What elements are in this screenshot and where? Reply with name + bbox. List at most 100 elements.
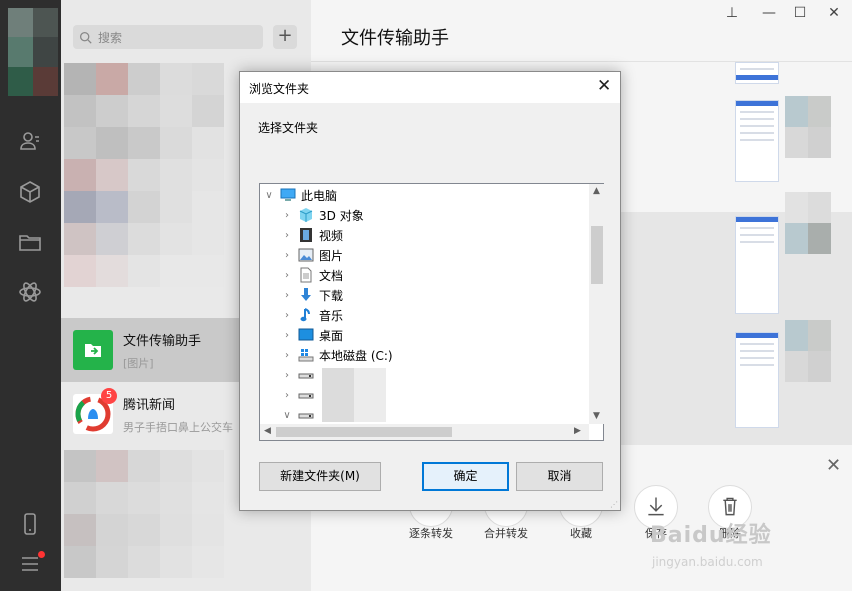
collapse-chevron-icon[interactable]: ∨: [262, 190, 276, 201]
file-transfer-icon: [85, 344, 101, 357]
scroll-down-arrow-icon[interactable]: ▼: [593, 411, 600, 421]
expand-chevron-icon[interactable]: ›: [280, 390, 294, 401]
folder-tree[interactable]: ∨ 此电脑 › 3D 对象 › 视频 › 图片 › 文档 › 下载 › 音乐 ›…: [259, 183, 605, 441]
chat-name: 腾讯新闻: [123, 397, 176, 413]
phone-icon[interactable]: [18, 512, 42, 536]
horizontal-scrollbar[interactable]: ◀ ▶: [260, 424, 589, 440]
tree-item-label: 文档: [319, 268, 344, 283]
add-chat-button[interactable]: +: [273, 25, 297, 49]
expand-chevron-icon[interactable]: ›: [280, 210, 294, 221]
tree-item-label: 音乐: [319, 308, 344, 323]
image-message[interactable]: [735, 100, 779, 182]
baidu-watermark: Baidu经验: [650, 523, 772, 548]
nav-sidebar: [0, 0, 61, 591]
folder-icon[interactable]: [18, 230, 42, 254]
tree-item-3d-objects[interactable]: › 3D 对象: [280, 205, 364, 225]
computer-icon: [280, 187, 296, 203]
tree-item-videos[interactable]: › 视频: [280, 225, 343, 245]
tree-item-local-disk-c[interactable]: › 本地磁盘 (C:): [280, 345, 393, 365]
download-icon: [298, 287, 314, 303]
expand-chevron-icon[interactable]: ›: [280, 290, 294, 301]
chat-title: 文件传输助手: [341, 28, 449, 49]
tree-item-label: 此电脑: [301, 188, 338, 203]
scroll-up-arrow-icon[interactable]: ▲: [593, 186, 600, 196]
pin-button[interactable]: ⊥: [722, 5, 742, 21]
expand-chevron-icon[interactable]: ›: [280, 250, 294, 261]
merge-forward-button[interactable]: 合并转发: [476, 525, 536, 541]
tree-item-label: 下载: [319, 288, 344, 303]
contacts-icon[interactable]: [18, 129, 42, 153]
tree-item-label: 本地磁盘 (C:): [319, 348, 393, 363]
baidu-watermark-url: jingyan.baidu.com: [652, 555, 763, 569]
maximize-button[interactable]: ☐: [790, 5, 810, 21]
redacted-drive-labels: [354, 368, 386, 422]
new-folder-button[interactable]: 新建文件夹(M): [259, 462, 381, 491]
drive-icon: [298, 407, 314, 423]
favorite-button[interactable]: 收藏: [551, 525, 611, 541]
collapse-chevron-icon[interactable]: ∨: [280, 410, 294, 421]
document-icon: [298, 267, 314, 283]
forward-one-by-one-button[interactable]: 逐条转发: [401, 525, 461, 541]
moments-icon[interactable]: [18, 280, 42, 304]
windows-drive-icon: [298, 347, 314, 363]
image-message[interactable]: [735, 332, 779, 428]
tree-item-desktop[interactable]: › 桌面: [280, 325, 343, 345]
scroll-right-arrow-icon[interactable]: ▶: [574, 426, 581, 436]
tree-item-label: 桌面: [319, 328, 344, 343]
picture-icon: [298, 247, 314, 263]
tree-item-downloads[interactable]: › 下载: [280, 285, 343, 305]
unread-badge: 5: [101, 388, 117, 404]
drive-icon: [298, 367, 314, 383]
tree-item-documents[interactable]: › 文档: [280, 265, 343, 285]
chat-name: 文件传输助手: [123, 333, 202, 349]
dialog-title: 浏览文件夹: [249, 82, 310, 96]
expand-chevron-icon[interactable]: ›: [280, 230, 294, 241]
sender-avatar: [785, 96, 831, 158]
dialog-instruction: 选择文件夹: [258, 121, 319, 135]
expand-chevron-icon[interactable]: ›: [280, 270, 294, 281]
ok-button[interactable]: 确定: [422, 462, 509, 491]
image-message[interactable]: [735, 216, 779, 314]
music-icon: [298, 307, 314, 323]
expand-chevron-icon[interactable]: ›: [280, 310, 294, 321]
tencent-news-avatar: 5: [73, 388, 117, 434]
tree-item-label: 3D 对象: [319, 208, 364, 223]
desktop-icon: [298, 327, 314, 343]
blurred-chat-items-lower: [64, 450, 224, 578]
search-icon: [79, 31, 92, 44]
expand-chevron-icon[interactable]: ›: [280, 330, 294, 341]
action-bar-close-button[interactable]: ✕: [826, 455, 841, 476]
tree-item-label: 视频: [319, 228, 344, 243]
dialog-close-button[interactable]: ✕: [597, 76, 611, 96]
dialog-titlebar: 浏览文件夹 ✕: [240, 72, 620, 103]
tree-item-drive[interactable]: ›: [280, 385, 319, 405]
search-input[interactable]: 搜索: [73, 25, 263, 49]
cancel-button[interactable]: 取消: [516, 462, 603, 491]
vertical-scroll-thumb[interactable]: [591, 226, 603, 284]
tree-item-label: 图片: [319, 248, 344, 263]
image-message[interactable]: [735, 62, 779, 84]
sender-avatar: [785, 192, 831, 254]
expand-chevron-icon[interactable]: ›: [280, 370, 294, 381]
resize-grip-icon[interactable]: ⋰: [610, 500, 618, 509]
user-avatar[interactable]: [8, 8, 58, 96]
tree-item-this-pc[interactable]: ∨ 此电脑: [262, 185, 337, 205]
tree-item-pictures[interactable]: › 图片: [280, 245, 343, 265]
sender-avatar: [785, 320, 831, 382]
scroll-left-arrow-icon[interactable]: ◀: [264, 426, 271, 436]
mini-program-cube-icon[interactable]: [18, 180, 42, 204]
minimize-button[interactable]: —: [759, 5, 779, 21]
video-icon: [298, 227, 314, 243]
chat-preview: 男子手捂口鼻上公交车: [123, 420, 233, 434]
drive-icon: [298, 387, 314, 403]
tree-item-drive[interactable]: ›: [280, 365, 319, 385]
horizontal-scroll-thumb[interactable]: [276, 427, 452, 437]
redacted-drive-labels: [322, 368, 354, 422]
file-transfer-avatar: [73, 330, 113, 370]
tree-item-drive[interactable]: ∨: [280, 405, 319, 425]
blurred-chat-items: [64, 63, 224, 287]
expand-chevron-icon[interactable]: ›: [280, 350, 294, 361]
tree-item-music[interactable]: › 音乐: [280, 305, 343, 325]
vertical-scrollbar[interactable]: ▲ ▼: [589, 184, 605, 424]
window-close-button[interactable]: ✕: [824, 5, 844, 21]
